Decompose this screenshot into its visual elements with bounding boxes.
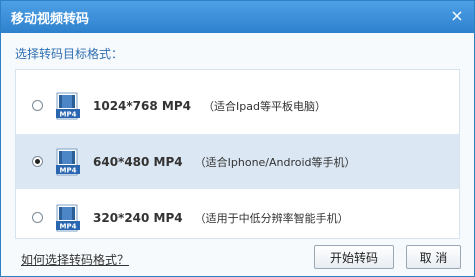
mp4-icon-label: MP4	[60, 166, 77, 174]
option-description: （适用于中低分辨率智能手机）	[194, 211, 349, 225]
option-description: （适合Ipad等平板电脑）	[203, 99, 326, 113]
mp4-icon-label: MP4	[60, 110, 77, 118]
format-help-link[interactable]: 如何选择转码格式？	[21, 251, 129, 268]
radio-button[interactable]	[32, 100, 43, 111]
mp4-file-icon: MP4	[55, 148, 81, 176]
radio-button[interactable]	[32, 212, 43, 223]
close-icon[interactable]: ×	[446, 4, 468, 26]
option-description: （适合Iphone/Android等手机）	[194, 155, 356, 169]
option-320x240[interactable]: MP4 320*240 MP4 （适用于中低分辨率智能手机）	[16, 190, 459, 245]
mp4-icon-label: MP4	[60, 222, 77, 230]
mp4-file-icon: MP4	[55, 204, 81, 232]
option-1024x768[interactable]: MP4 1024*768 MP4 （适合Ipad等平板电脑）	[16, 78, 459, 133]
format-prompt: 选择转码目标格式：	[15, 47, 124, 61]
start-convert-button[interactable]: 开始转码	[314, 245, 394, 269]
radio-button-selected[interactable]	[32, 156, 43, 167]
format-options: MP4 1024*768 MP4 （适合Ipad等平板电脑） MP4 640*4…	[15, 69, 460, 239]
option-resolution: 320*240 MP4	[93, 210, 183, 225]
title-bar[interactable]: 移动视频转码 ×	[1, 1, 474, 33]
radio-dot	[35, 159, 40, 164]
dialog-content: 选择转码目标格式： MP4 1024*768 MP4 （适合Ipad等平板电脑）…	[1, 33, 474, 276]
option-640x480[interactable]: MP4 640*480 MP4 （适合Iphone/Android等手机）	[16, 134, 459, 189]
convert-dialog: 移动视频转码 × 选择转码目标格式： MP4 1024*768 MP4 （适合I…	[0, 0, 475, 277]
cancel-button[interactable]: 取 消	[406, 245, 461, 269]
option-resolution: 1024*768 MP4	[93, 98, 191, 113]
mp4-file-icon: MP4	[55, 92, 81, 120]
dialog-title: 移动视频转码	[11, 12, 90, 27]
option-resolution: 640*480 MP4	[93, 154, 183, 169]
